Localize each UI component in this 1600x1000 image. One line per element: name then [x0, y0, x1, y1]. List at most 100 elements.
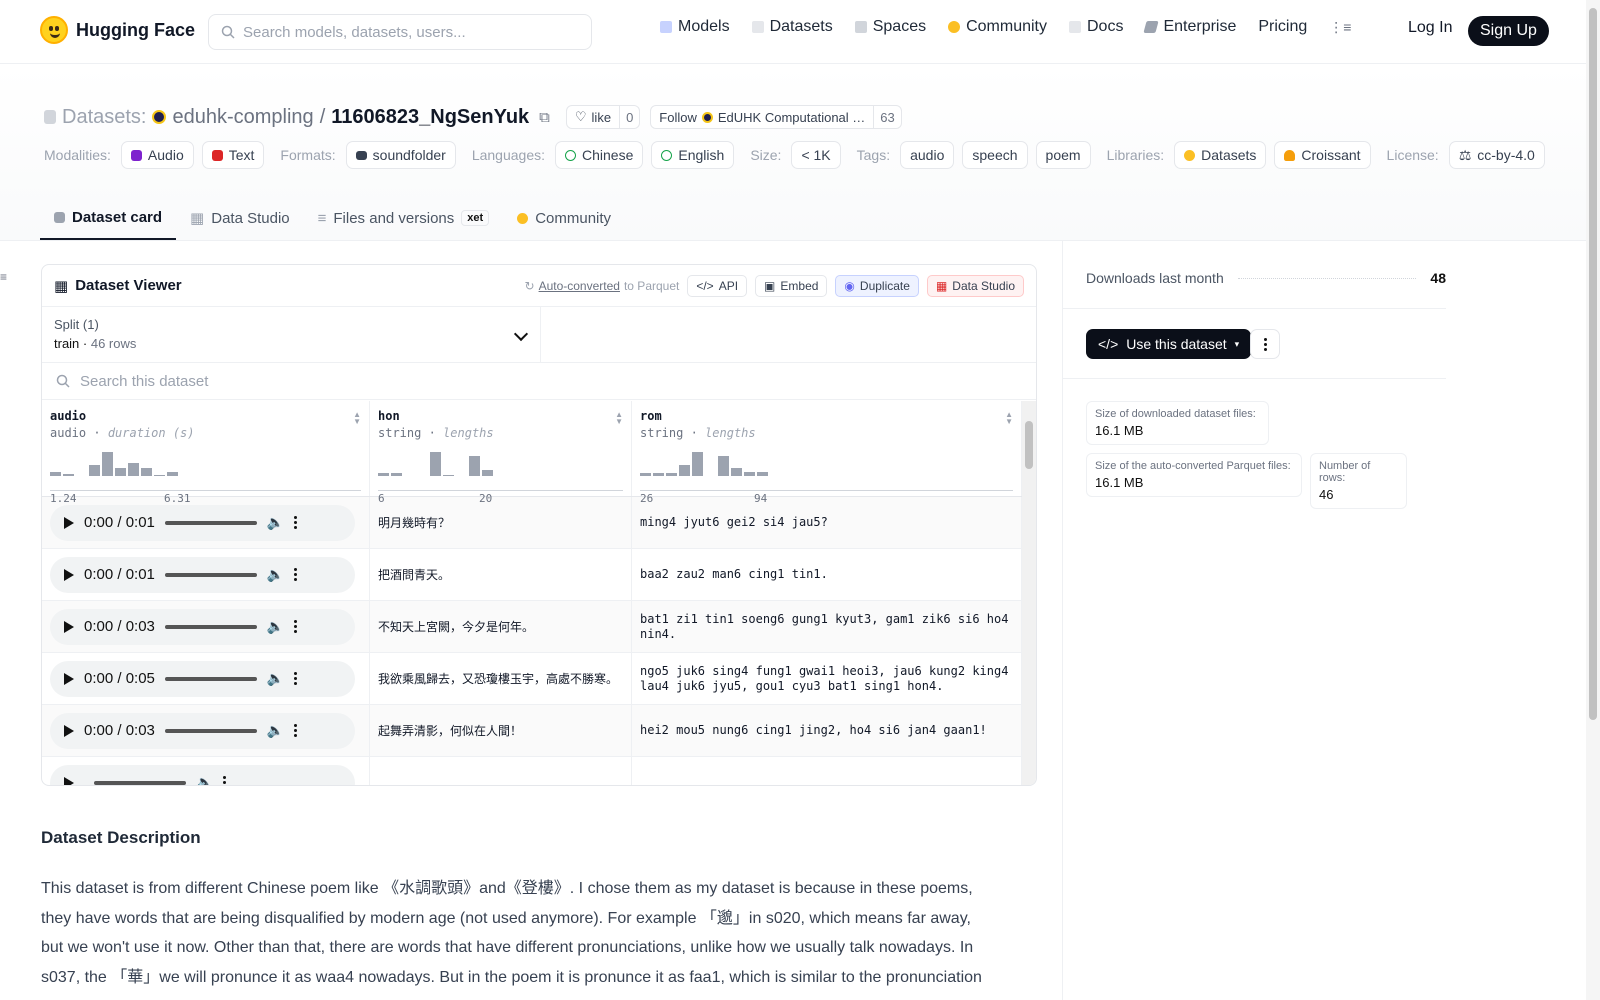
login-link[interactable]: Log In	[1408, 19, 1452, 37]
kebab-icon[interactable]	[223, 776, 227, 785]
tab-files-and-versions[interactable]: ≡ Files and versions xet	[304, 196, 504, 240]
repo-org-link[interactable]: eduhk-compling	[172, 106, 313, 129]
play-icon[interactable]	[64, 568, 74, 581]
table-row[interactable]: 0:00 / 0:03 🔈 起舞弄清影，何似在人間！ hei2 mou5 nung6 …	[42, 705, 1023, 757]
table-row[interactable]: 0:00 / 0:01 🔈 把酒問青天。 baa2 zau2 man6 cing1 t…	[42, 549, 1023, 601]
kebab-icon[interactable]	[294, 620, 298, 633]
histogram-bar[interactable]	[102, 452, 113, 476]
histogram-bar[interactable]	[141, 467, 152, 476]
split-select[interactable]: Split (1) train · 46 rows	[42, 307, 541, 362]
tab-data-studio[interactable]: ▦ Data Studio	[176, 196, 304, 240]
brand-logo[interactable]: Hugging Face	[40, 16, 195, 44]
table-row[interactable]: 0:00 / 0:03 🔈 不知天上宮闕，今夕是何年。 bat1 zi1 tin1 s…	[42, 601, 1023, 653]
nav-docs[interactable]: Docs	[1069, 18, 1123, 36]
histogram-bar[interactable]	[666, 473, 677, 476]
grid-scrollbar[interactable]	[1022, 401, 1036, 785]
tag-text[interactable]: Text	[201, 141, 265, 169]
histogram-bar[interactable]	[679, 464, 690, 476]
data-studio-button[interactable]: ▦ Data Studio	[926, 274, 1024, 297]
histogram-bar[interactable]	[167, 471, 178, 476]
column-header-rom[interactable]: rom string · lengths ▲ ▼ 26 94	[632, 401, 1022, 505]
play-icon[interactable]	[64, 724, 74, 737]
follow-button[interactable]: Follow EdUHK Computational … 63	[650, 105, 902, 129]
use-dataset-button[interactable]: </> Use this dataset ▾	[1086, 329, 1252, 359]
kebab-icon[interactable]	[294, 672, 298, 685]
copy-icon[interactable]: ⧉	[539, 109, 550, 126]
column-header-audio[interactable]: audio audio · duration (s) ▲ ▼ 1.24 6.31	[42, 401, 370, 505]
audio-player[interactable]: 0:00 / 0:03 🔈	[50, 608, 355, 645]
audio-player[interactable]: 0:00 / 0:05 🔈	[50, 660, 355, 697]
tag-speech[interactable]: speech	[962, 141, 1028, 169]
kebab-icon[interactable]	[294, 516, 298, 529]
play-icon[interactable]	[64, 776, 74, 785]
tab-community[interactable]: Community	[503, 196, 625, 240]
histogram-bar[interactable]	[391, 473, 402, 476]
histogram-bar[interactable]	[378, 473, 389, 476]
histogram-bar[interactable]	[63, 474, 74, 476]
nav-enterprise[interactable]: Enterprise	[1143, 18, 1236, 36]
histogram-bar[interactable]	[692, 452, 703, 476]
tag-audio-keyword[interactable]: audio	[900, 141, 955, 169]
tag-croissant[interactable]: Croissant	[1274, 141, 1371, 169]
tag-size[interactable]: < 1K	[791, 141, 841, 169]
audio-player[interactable]: 0:00 / 0:03 🔈	[50, 712, 355, 749]
tag-soundfolder[interactable]: soundfolder	[345, 141, 456, 169]
like-button[interactable]: ♡ like 0	[565, 105, 641, 129]
volume-icon[interactable]: 🔈	[267, 514, 284, 531]
histogram-bar[interactable]	[115, 467, 126, 476]
histogram-bar[interactable]	[757, 471, 768, 476]
histogram-bar[interactable]	[443, 474, 454, 476]
histogram-bar[interactable]	[430, 452, 441, 476]
sort-icon[interactable]: ▲ ▼	[615, 411, 623, 426]
embed-button[interactable]: ▣ Embed	[755, 274, 828, 297]
kebab-icon[interactable]	[294, 568, 298, 581]
audio-progress-slider[interactable]	[164, 572, 257, 577]
volume-icon[interactable]: 🔈	[267, 618, 284, 635]
table-row[interactable]: 0:00 / 0:05 🔈 我欲乘風歸去，又恐瓊樓玉宇，高處不勝寒。 ngo5 juk…	[42, 653, 1023, 705]
play-icon[interactable]	[64, 516, 74, 529]
repo-name[interactable]: 11606823_NgSenYuk	[331, 106, 529, 129]
histogram-bar[interactable]	[653, 473, 664, 476]
nav-datasets[interactable]: Datasets	[751, 18, 833, 36]
volume-icon[interactable]: 🔈	[267, 670, 284, 687]
signup-button[interactable]: Sign Up	[1468, 16, 1549, 46]
play-icon[interactable]	[64, 620, 74, 633]
histogram-bar[interactable]	[154, 474, 165, 476]
tag-license[interactable]: ⚖ cc-by-4.0	[1448, 141, 1545, 169]
audio-player[interactable]: 0:00 / 0:01 🔈	[50, 504, 355, 541]
volume-icon[interactable]: 🔈	[267, 566, 284, 583]
histogram-bar[interactable]	[50, 471, 61, 476]
nav-more-menu-icon[interactable]: ⋮≡	[1329, 19, 1351, 36]
histogram-bar[interactable]	[469, 456, 480, 476]
histogram-bar[interactable]	[718, 456, 729, 476]
tag-audio[interactable]: Audio	[120, 141, 194, 169]
nav-spaces[interactable]: Spaces	[854, 18, 926, 36]
play-icon[interactable]	[64, 672, 74, 685]
volume-icon[interactable]: 🔈	[196, 774, 213, 785]
histogram-bar[interactable]	[640, 473, 651, 476]
kebab-icon[interactable]	[294, 724, 298, 737]
nav-community[interactable]: Community	[948, 18, 1047, 36]
more-options-button[interactable]	[1250, 329, 1280, 359]
dataset-search-input[interactable]: Search this dataset	[42, 363, 1036, 400]
audio-progress-slider[interactable]	[164, 676, 257, 681]
tag-datasets-library[interactable]: Datasets	[1174, 141, 1267, 169]
audio-progress-slider[interactable]	[164, 624, 257, 629]
page-scrollbar[interactable]	[1586, 0, 1600, 1000]
tab-dataset-card[interactable]: Dataset card	[40, 196, 177, 240]
histogram-bar[interactable]	[128, 463, 139, 476]
auto-converted-link[interactable]: ↻ Auto-converted to Parquet	[525, 279, 680, 293]
audio-progress-slider[interactable]	[164, 520, 257, 525]
audio-player[interactable]: 🔈	[50, 764, 355, 785]
audio-progress-slider[interactable]	[94, 780, 186, 785]
global-search-input[interactable]: Search models, datasets, users...	[208, 14, 592, 50]
sort-icon[interactable]: ▲ ▼	[353, 411, 361, 426]
table-row[interactable]: 🔈	[42, 757, 1023, 785]
tag-english[interactable]: English	[651, 141, 735, 169]
histogram-bar[interactable]	[89, 464, 100, 476]
sidebar-toggle-icon[interactable]: ≡	[0, 270, 7, 284]
nav-models[interactable]: Models	[660, 18, 730, 36]
tag-poem[interactable]: poem	[1035, 141, 1091, 169]
sort-icon[interactable]: ▲ ▼	[1005, 411, 1013, 426]
nav-pricing[interactable]: Pricing	[1258, 18, 1307, 36]
